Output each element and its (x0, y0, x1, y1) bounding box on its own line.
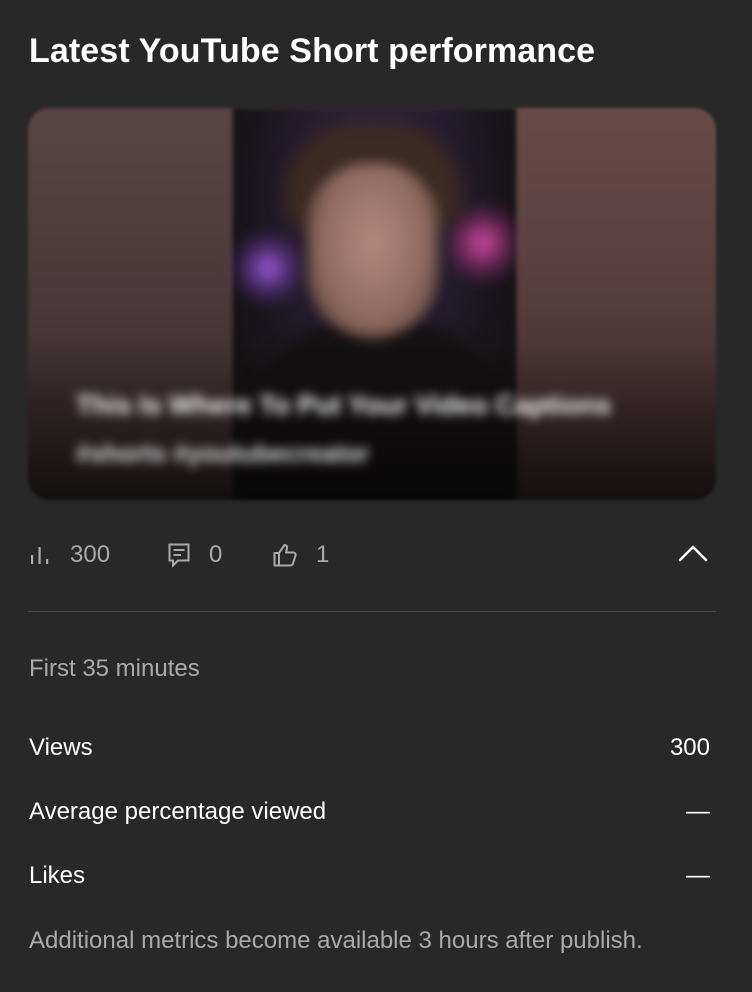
divider (28, 611, 716, 612)
metric-label: Likes (29, 862, 86, 889)
time-period-label: First 35 minutes (29, 655, 200, 682)
metric-value: — (686, 798, 710, 825)
views-stat: 300 (28, 532, 110, 578)
views-count: 300 (70, 541, 111, 568)
video-thumbnail[interactable]: This Is Where To Put Your Video Captions… (28, 108, 716, 500)
thumbnail-person-face (308, 163, 438, 338)
video-hashtags: #shorts #youtubecreator (76, 440, 370, 468)
metric-label: Average percentage viewed (29, 798, 327, 825)
chevron-up-icon (678, 544, 708, 567)
metric-row-likes: Likes — (29, 862, 710, 894)
collapse-button[interactable] (674, 536, 712, 574)
card-title: Latest YouTube Short performance (29, 32, 596, 70)
metric-label: Views (29, 734, 93, 761)
likes-count: 1 (316, 541, 330, 568)
likes-stat: 1 (272, 532, 329, 578)
metric-value: — (686, 862, 710, 889)
metrics-availability-note: Additional metrics become available 3 ho… (29, 927, 643, 954)
stats-row: 300 0 1 (28, 532, 716, 578)
video-title: This Is Where To Put Your Video Captions (76, 390, 612, 420)
comments-stat: 0 (167, 532, 222, 578)
thumbnail-purple-light (233, 228, 303, 308)
metric-row-views: Views 300 (29, 734, 710, 766)
metric-value: 300 (669, 734, 710, 761)
bar-chart-icon (28, 543, 52, 567)
metric-row-average-percentage-viewed: Average percentage viewed — (29, 798, 710, 830)
comment-icon (167, 542, 191, 568)
comments-count: 0 (209, 541, 223, 568)
thumbs-up-icon (272, 542, 298, 568)
